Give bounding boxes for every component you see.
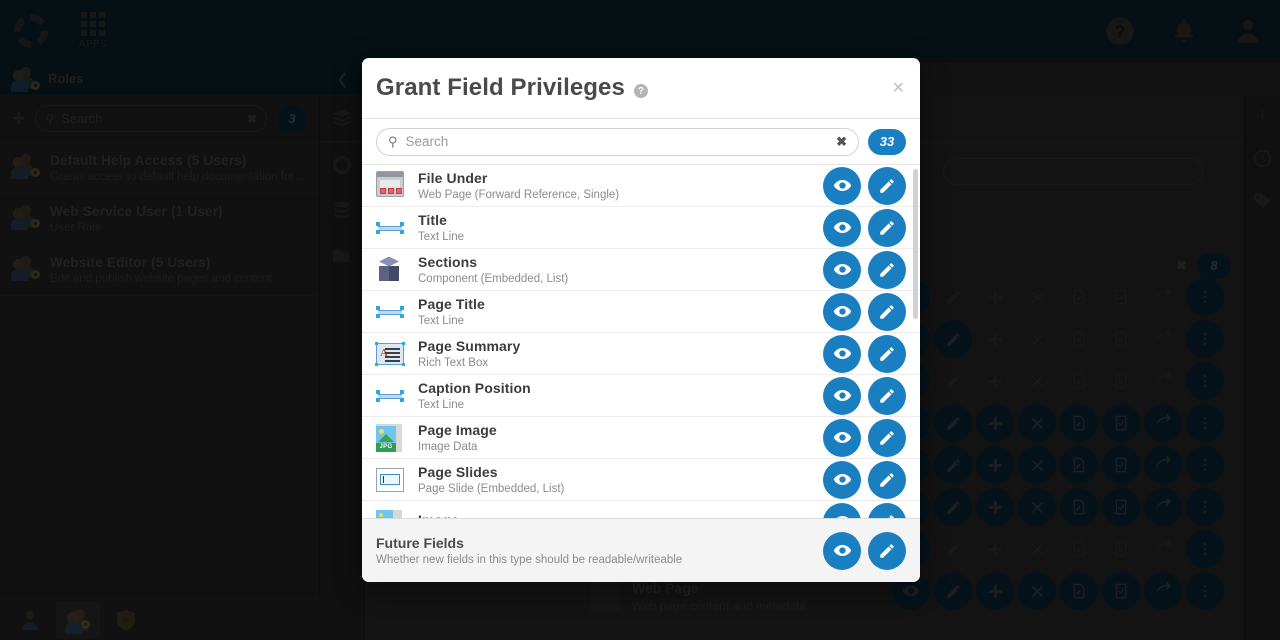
field-type: Rich Text Box [418, 356, 489, 369]
clear-search-icon[interactable]: ✖ [836, 134, 847, 150]
pencil-icon[interactable] [868, 334, 906, 373]
web-page-icon [376, 170, 406, 201]
dialog-header: Grant Field Privileges ? × [362, 58, 920, 119]
field-type: Page Slide (Embedded, List) [418, 482, 565, 495]
app-root: APPS ? Roles ❮ + ⚲ [0, 0, 1280, 640]
text-line-icon [376, 381, 406, 411]
field-type: Text Line [418, 398, 465, 411]
field-type: Image Data [418, 440, 478, 453]
eye-icon[interactable] [823, 334, 861, 373]
eye-icon[interactable] [823, 166, 861, 205]
eye-icon[interactable] [823, 208, 861, 247]
list-item[interactable]: Page Title Text Line [362, 291, 920, 333]
field-name: Image [418, 512, 813, 518]
list-scrollbar[interactable] [913, 169, 918, 319]
field-name: Page Image [418, 422, 497, 439]
jpg-image-icon: JPG [376, 423, 406, 453]
pencil-icon[interactable] [868, 292, 906, 331]
pencil-icon[interactable] [868, 418, 906, 457]
field-name: Page Slides [418, 464, 498, 481]
list-item[interactable]: Sections Component (Embedded, List) [362, 249, 920, 291]
pencil-icon[interactable] [868, 531, 906, 570]
page-title: Grant Field Privileges [376, 74, 625, 101]
eye-icon[interactable] [823, 292, 861, 331]
search-input[interactable]: ⚲ Search ✖ [376, 127, 859, 156]
future-fields-title: Future Fields [376, 535, 464, 551]
grant-field-privileges-dialog: Grant Field Privileges ? × ⚲ Search ✖ 33… [362, 58, 920, 582]
page-slide-icon [376, 465, 406, 495]
field-count-badge: 33 [868, 128, 906, 155]
pencil-icon[interactable] [868, 460, 906, 499]
list-item[interactable]: Caption Position Text Line [362, 375, 920, 417]
field-type: Text Line [418, 230, 465, 243]
dialog-footer: Future Fields Whether new fields in this… [362, 518, 920, 582]
future-fields-subtitle: Whether new fields in this type should b… [376, 554, 683, 566]
field-name: Page Summary [418, 338, 521, 355]
list-item[interactable]: JPG Page Image Image Data [362, 417, 920, 459]
pencil-icon[interactable] [868, 166, 906, 205]
rich-text-box-icon: A [375, 339, 406, 369]
eye-icon[interactable] [823, 460, 861, 499]
text-line-icon [376, 213, 406, 243]
dialog-search-bar: ⚲ Search ✖ 33 [362, 119, 920, 165]
image-icon [376, 507, 406, 518]
list-item[interactable]: A Page Summary Rich Text Box [362, 333, 920, 375]
list-item[interactable]: Image [362, 501, 920, 518]
field-name: Title [418, 212, 448, 229]
list-item[interactable]: Title Text Line [362, 207, 920, 249]
search-placeholder: Search [405, 134, 449, 149]
pencil-icon[interactable] [868, 250, 906, 289]
eye-icon[interactable] [823, 418, 861, 457]
eye-icon[interactable] [823, 502, 861, 518]
field-type: Text Line [418, 314, 465, 327]
pencil-icon[interactable] [868, 208, 906, 247]
field-type: Component (Embedded, List) [418, 272, 569, 285]
pencil-icon[interactable] [868, 502, 906, 518]
list-item[interactable]: File Under Web Page (Forward Reference, … [362, 165, 920, 207]
field-type: Web Page (Forward Reference, Single) [418, 188, 620, 201]
eye-icon[interactable] [823, 250, 861, 289]
field-name: Page Title [418, 296, 485, 313]
field-name: Sections [418, 254, 478, 271]
eye-icon[interactable] [823, 376, 861, 415]
component-cube-icon [376, 255, 406, 285]
search-icon: ⚲ [388, 133, 398, 149]
close-icon[interactable]: × [892, 78, 904, 98]
field-name: Caption Position [418, 380, 531, 397]
pencil-icon[interactable] [868, 376, 906, 415]
list-item[interactable]: Page Slides Page Slide (Embedded, List) [362, 459, 920, 501]
help-circle-icon[interactable]: ? [633, 84, 648, 98]
field-name: File Under [418, 170, 488, 187]
field-list[interactable]: File Under Web Page (Forward Reference, … [362, 165, 920, 518]
text-line-icon [376, 297, 406, 327]
eye-icon[interactable] [823, 531, 861, 570]
